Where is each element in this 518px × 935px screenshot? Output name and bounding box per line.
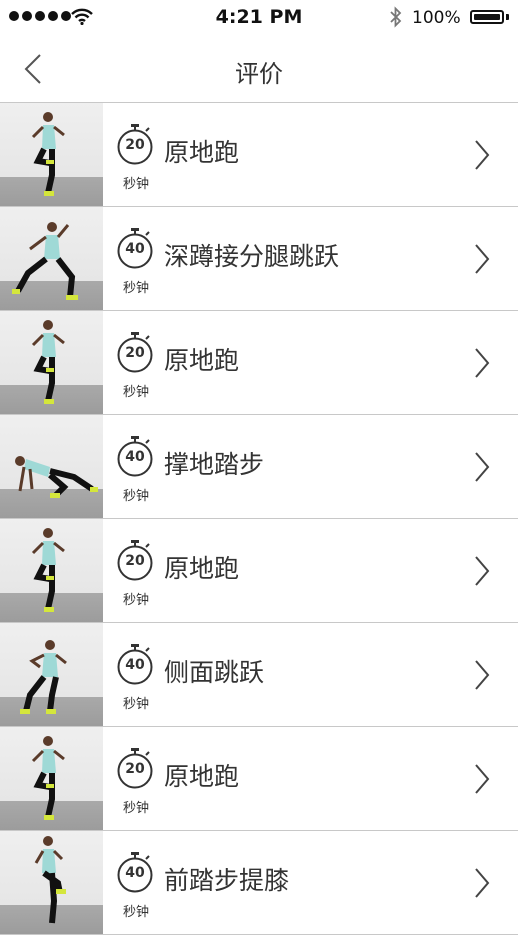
duration-timer: 20 秒钟 <box>116 539 154 608</box>
exercise-row[interactable]: 20 秒钟 原地跑 <box>0 727 518 831</box>
duration-unit: 秒钟 <box>122 697 149 712</box>
battery-percentage: 100% <box>412 8 461 28</box>
exercise-thumbnail <box>0 311 103 414</box>
chevron-right-icon <box>475 660 490 690</box>
duration-seconds: 40 <box>125 865 145 881</box>
exercise-row[interactable]: 20 秒钟 原地跑 <box>0 103 518 207</box>
duration-timer: 20 秒钟 <box>116 331 154 400</box>
bluetooth-icon <box>390 6 402 28</box>
chevron-right-icon <box>475 348 490 378</box>
exercise-name: 原地跑 <box>164 138 240 167</box>
duration-seconds: 20 <box>125 761 145 777</box>
duration-unit: 秒钟 <box>122 385 149 400</box>
exercise-row[interactable]: 40 秒钟 侧面跳跃 <box>0 623 518 727</box>
duration-unit: 秒钟 <box>122 177 149 192</box>
duration-unit: 秒钟 <box>122 281 149 296</box>
exercise-thumbnail <box>0 207 103 310</box>
battery-icon <box>470 10 504 24</box>
duration-timer: 40 秒钟 <box>116 643 154 712</box>
duration-timer: 40 秒钟 <box>116 435 154 504</box>
status-bar: 4:21 PM 100% <box>0 0 518 34</box>
exercise-thumbnail <box>0 103 103 206</box>
duration-unit: 秒钟 <box>122 489 149 504</box>
duration-seconds: 40 <box>125 241 145 257</box>
exercise-list: 20 秒钟 原地跑 40 秒钟 深蹲接分腿跳跃 20 秒钟 原地跑 40 秒钟 … <box>0 102 518 935</box>
duration-unit: 秒钟 <box>122 905 149 920</box>
duration-unit: 秒钟 <box>122 801 149 816</box>
exercise-row[interactable]: 20 秒钟 原地跑 <box>0 519 518 623</box>
duration-timer: 20 秒钟 <box>116 123 154 192</box>
duration-seconds: 40 <box>125 449 145 465</box>
duration-seconds: 20 <box>125 137 145 153</box>
exercise-name: 原地跑 <box>164 346 240 375</box>
exercise-name: 原地跑 <box>164 762 240 791</box>
exercise-name: 撑地踏步 <box>164 450 265 479</box>
exercise-row[interactable]: 20 秒钟 原地跑 <box>0 311 518 415</box>
page-title: 评价 <box>235 60 283 88</box>
exercise-name: 前踏步提膝 <box>164 866 290 895</box>
exercise-thumbnail <box>0 415 103 518</box>
duration-unit: 秒钟 <box>122 593 149 608</box>
exercise-thumbnail <box>0 519 103 622</box>
duration-seconds: 20 <box>125 553 145 569</box>
exercise-row[interactable]: 40 秒钟 深蹲接分腿跳跃 <box>0 207 518 311</box>
duration-seconds: 40 <box>125 657 145 673</box>
navigation-bar: 评价 <box>0 34 518 102</box>
chevron-right-icon <box>475 764 490 794</box>
chevron-right-icon <box>475 244 490 274</box>
exercise-thumbnail <box>0 727 103 830</box>
duration-timer: 20 秒钟 <box>116 747 154 816</box>
exercise-name: 深蹲接分腿跳跃 <box>164 242 340 271</box>
duration-timer: 40 秒钟 <box>116 227 154 296</box>
chevron-right-icon <box>475 868 490 898</box>
exercise-row[interactable]: 40 秒钟 撑地踏步 <box>0 415 518 519</box>
chevron-right-icon <box>475 556 490 586</box>
exercise-thumbnail <box>0 623 103 726</box>
exercise-row[interactable]: 40 秒钟 前踏步提膝 <box>0 831 518 935</box>
exercise-name: 原地跑 <box>164 554 240 583</box>
duration-seconds: 20 <box>125 345 145 361</box>
exercise-name: 侧面跳跃 <box>164 658 265 687</box>
exercise-thumbnail <box>0 831 103 934</box>
chevron-right-icon <box>475 140 490 170</box>
duration-timer: 40 秒钟 <box>116 851 154 920</box>
chevron-right-icon <box>475 452 490 482</box>
